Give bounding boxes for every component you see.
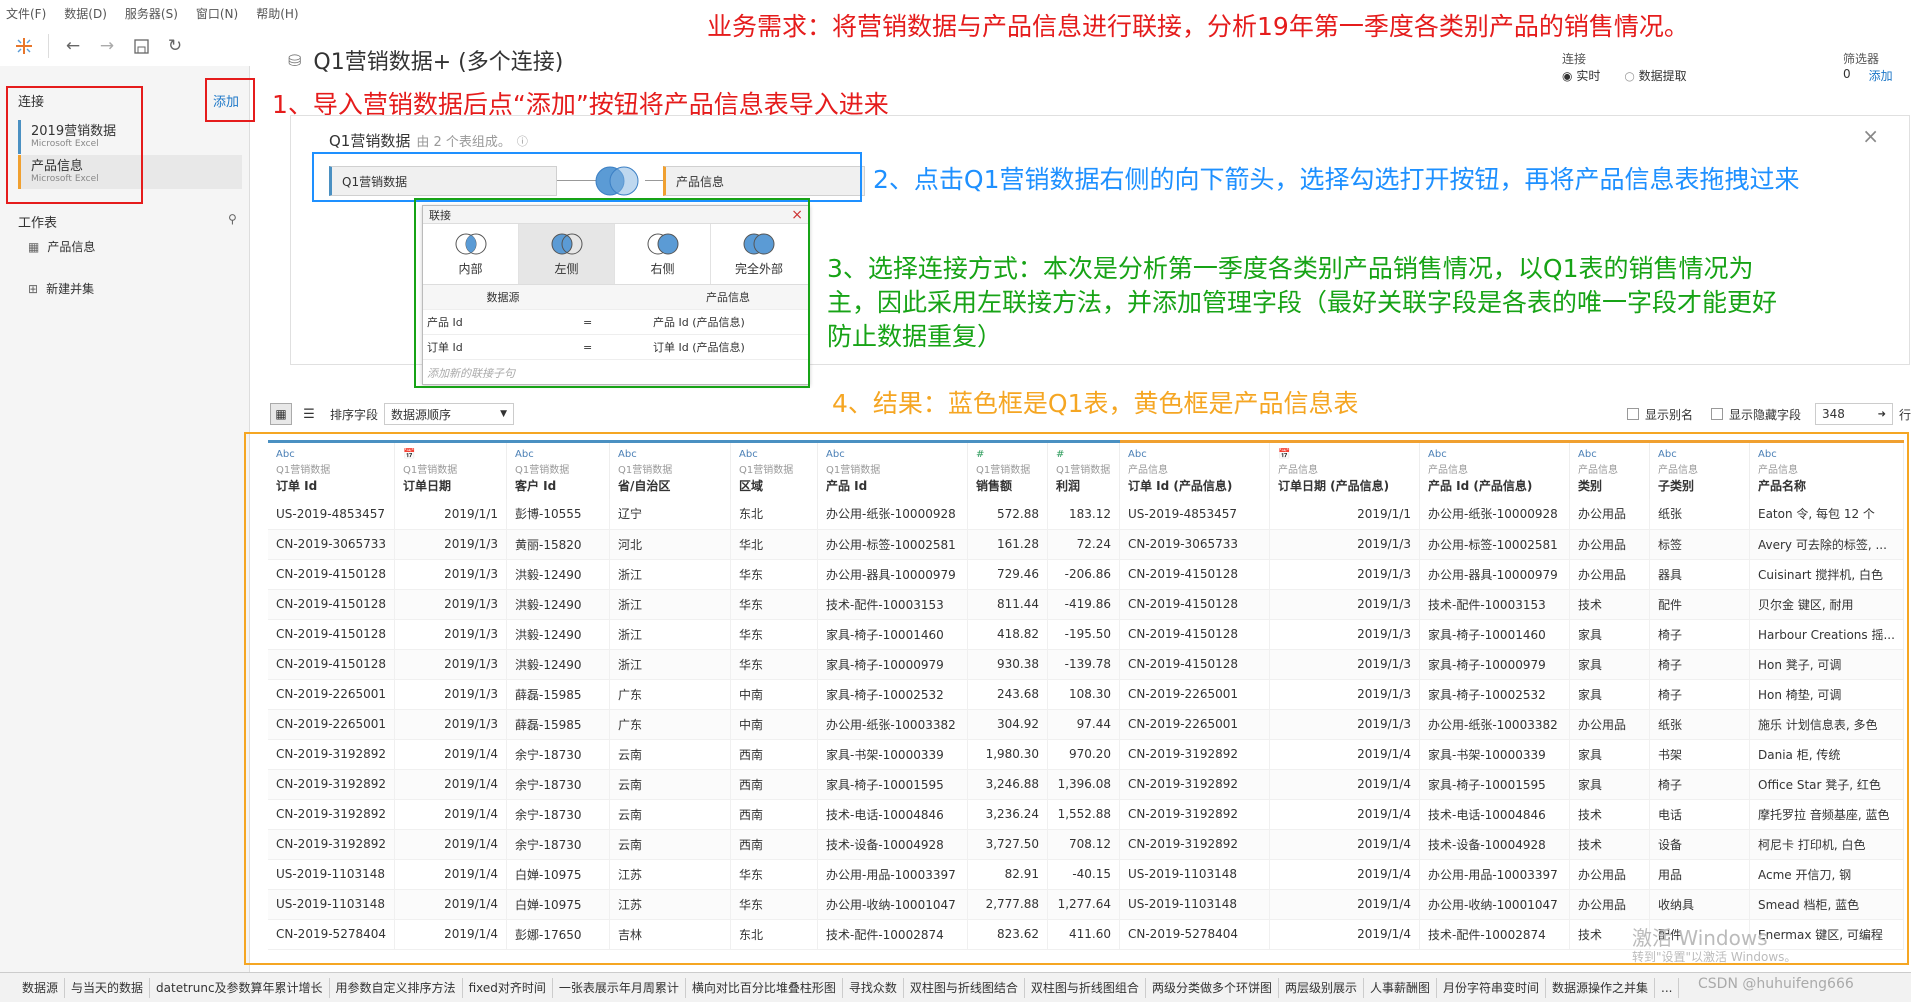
back-arrow-icon[interactable]: ← — [63, 36, 83, 56]
chevron-down-icon: ▼ — [500, 409, 508, 419]
sheet-tab[interactable]: 两层级别展示 — [1279, 977, 1364, 998]
sort-value: 数据源顺序 — [391, 407, 452, 422]
sheet-tab[interactable]: 两级分类做多个环饼图 — [1146, 977, 1279, 998]
activation-watermark-sub: 转到"设置"以激活 Windows。 — [1632, 950, 1797, 964]
sheet-item[interactable]: ▦ 产品信息 — [28, 238, 95, 255]
sheet-tab[interactable]: 用参数自定义排序方法 — [330, 977, 463, 998]
tab-datasource[interactable]: 数据源 — [0, 977, 66, 998]
connection-mode-options: ◉ 实时 ○ 数据提取 — [1562, 67, 1687, 84]
connection-mode-label: 连接 — [1562, 52, 1587, 66]
sheet-tab[interactable]: fixed对齐时间 — [463, 977, 553, 998]
menu-item[interactable]: 帮助(H) — [256, 5, 298, 22]
database-icon: ⛁ — [288, 50, 302, 70]
rows-suffix: 行 — [1898, 407, 1911, 422]
grid-view-icon[interactable]: ▦ — [270, 403, 292, 425]
extract-radio[interactable]: ○ 数据提取 — [1624, 67, 1686, 84]
sheet-tab[interactable]: 双柱图与折线图组合 — [1025, 977, 1146, 998]
highlight-connections-box — [6, 86, 143, 204]
sheet-tabs-bar: 数据源 与当天的数据 datetrunc及参数算年累计增长 用参数自定义排序方法 fix… — [0, 972, 1911, 1002]
show-alias-label: 显示别名 — [1644, 407, 1693, 422]
show-hidden-checkbox[interactable] — [1710, 408, 1723, 420]
activation-watermark: 激活 Windows — [1632, 926, 1768, 950]
tableau-logo-icon[interactable] — [14, 36, 34, 56]
annotation-requirement: 业务需求：将营销数据与产品信息进行联接，分析19年第一季度各类别产品的销售情况。 — [707, 12, 1689, 41]
list-view-icon[interactable]: ☰ — [298, 407, 320, 422]
sheet-name: 产品信息 — [47, 240, 96, 254]
table-icon: ▦ — [28, 239, 40, 254]
add-filter-link[interactable]: 添加 — [1869, 67, 1893, 84]
close-icon[interactable]: × — [1862, 124, 1879, 148]
search-icon[interactable]: ⚲ — [228, 212, 237, 226]
go-arrow-icon[interactable]: ➜ — [1878, 409, 1886, 420]
sheet-tab[interactable]: ... — [1655, 977, 1680, 998]
sheet-tab[interactable]: 寻找众数 — [843, 977, 904, 998]
grid-options: 显示别名 显示隐藏字段 348 ➜ 行 — [1626, 403, 1911, 425]
highlight-add-box — [205, 78, 255, 122]
sort-label: 排序字段 — [330, 407, 379, 422]
highlight-result-box — [244, 432, 1909, 965]
save-icon[interactable] — [131, 36, 151, 56]
canvas-title: Q1营销数据 — [329, 132, 411, 150]
rows-value: 348 — [1821, 407, 1845, 421]
sheet-tab[interactable]: datetrunc及参数算年累计增长 — [150, 977, 330, 998]
live-radio[interactable]: ◉ 实时 — [1562, 67, 1600, 84]
annotation-step4: 4、结果：蓝色框是Q1表，黄色框是产品信息表 — [832, 389, 1359, 418]
sheet-tab[interactable]: 一张表展示年月周累计 — [553, 977, 686, 998]
annotation-step2: 2、点击Q1营销数据右侧的向下箭头，选择勾选打开按钮，再将产品信息表拖拽过来 — [873, 165, 1800, 194]
info-icon[interactable]: ⓘ — [517, 133, 528, 149]
annotation-step3-line3: 防止数据重复） — [827, 322, 1003, 351]
datasource-title[interactable]: Q1营销数据+ (多个连接) — [313, 44, 563, 76]
highlight-tables-box — [312, 152, 862, 202]
filters-label: 筛选器 — [1843, 52, 1880, 66]
new-union-label: 新建并集 — [46, 282, 95, 296]
filters-count: 0 — [1843, 67, 1851, 81]
menu-item[interactable]: 服务器(S) — [125, 5, 178, 22]
sheet-tab[interactable]: 数据源操作之并集 — [1546, 977, 1656, 998]
sheet-tab[interactable]: 横向对比百分比堆叠柱形图 — [686, 977, 843, 998]
credit-text: CSDN @huhuifeng666 — [1698, 976, 1854, 992]
refresh-icon[interactable]: ↻ — [165, 36, 185, 56]
menu-item[interactable]: 数据(D) — [64, 5, 107, 22]
live-label: 实时 — [1576, 69, 1601, 83]
annotation-step3-line2: 主，因此采用左联接方法，并添加管理字段（最好关联字段是各表的唯一字段才能更好 — [827, 288, 1778, 317]
sheet-tab[interactable]: 双柱图与折线图结合 — [904, 977, 1025, 998]
annotation-step3-line1: 3、选择连接方式：本次是分析第一季度各类别产品销售情况，以Q1表的销售情况为 — [827, 254, 1754, 283]
sheet-tab[interactable]: 人事薪酬图 — [1364, 977, 1437, 998]
canvas-subtitle: 由 2 个表组成。 — [416, 135, 511, 150]
show-hidden-label: 显示隐藏字段 — [1728, 407, 1801, 422]
show-alias-checkbox[interactable] — [1626, 408, 1639, 420]
sheet-tab[interactable]: 月份字符串变时间 — [1437, 977, 1546, 998]
highlight-join-box — [414, 198, 810, 388]
rows-input[interactable]: 348 ➜ — [1814, 403, 1893, 425]
forward-arrow-icon[interactable]: → — [97, 36, 117, 56]
sheet-tab[interactable]: 与当天的数据 — [65, 977, 151, 998]
toolbar: ← → ↻ — [0, 26, 250, 66]
sort-dropdown[interactable]: 数据源顺序 ▼ — [384, 403, 515, 425]
filters-control: 0 添加 — [1843, 67, 1893, 84]
menu-item[interactable]: 文件(F) — [6, 5, 46, 22]
extract-label: 数据提取 — [1638, 69, 1687, 83]
menu-item[interactable]: 窗口(N) — [196, 5, 238, 22]
new-union-item[interactable]: ⊞ 新建并集 — [28, 280, 94, 297]
sheets-label: 工作表 — [18, 216, 58, 231]
union-icon: ⊞ — [28, 281, 39, 296]
canvas-header: Q1营销数据 由 2 个表组成。 ⓘ — [329, 130, 528, 151]
datasource-title-area: ⛁ Q1营销数据+ (多个连接) — [288, 44, 563, 76]
